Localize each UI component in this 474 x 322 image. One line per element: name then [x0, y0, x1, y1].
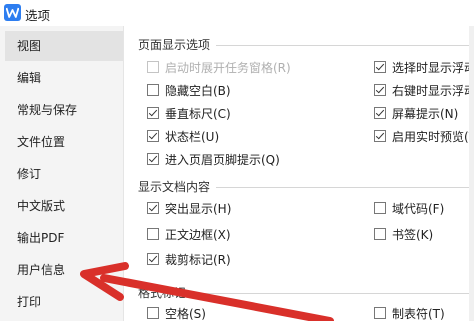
doc-content-group-title: 显示文档内容: [138, 180, 211, 194]
option-label: 右键时显示浮动: [392, 84, 474, 98]
options-sidebar: 视图 编辑 常规与保存 文件位置 修订 中文版式 输出PDF 用户信息 打印: [0, 26, 123, 321]
option-label: 书签(K): [392, 228, 434, 242]
window-title: 选项: [25, 8, 51, 23]
option-label: 启动时展开任务窗格(R): [165, 61, 291, 75]
checkbox[interactable]: [147, 61, 159, 73]
sidebar-item-view[interactable]: 视图: [5, 31, 123, 61]
checkbox[interactable]: [147, 307, 159, 319]
option-label: 选择时显示浮动: [392, 61, 474, 75]
option-label: 进入页眉页脚提示(Q): [165, 153, 280, 167]
sidebar-item-user-info[interactable]: 用户信息: [5, 255, 123, 285]
title-bar: 选项: [0, 0, 474, 26]
checkbox[interactable]: [147, 84, 159, 96]
sidebar-item-print[interactable]: 打印: [5, 287, 123, 317]
sidebar-item-file-locations[interactable]: 文件位置: [5, 127, 123, 157]
option-label: 空格(S): [165, 307, 206, 321]
checkbox[interactable]: [374, 84, 386, 96]
checkbox[interactable]: [147, 253, 159, 265]
checkbox[interactable]: [147, 153, 159, 165]
checkbox[interactable]: [147, 228, 159, 240]
scrollbar[interactable]: [469, 26, 474, 321]
option-label: 域代码(F): [392, 202, 445, 216]
checkbox[interactable]: [374, 228, 386, 240]
option-label: 裁剪标记(R): [165, 253, 231, 267]
sidebar-item-revisions[interactable]: 修订: [5, 159, 123, 189]
option-label: 垂直标尺(C): [165, 107, 231, 121]
checkbox[interactable]: [374, 130, 386, 142]
option-label: 隐藏空白(B): [165, 84, 231, 98]
sidebar-item-edit[interactable]: 编辑: [5, 63, 123, 93]
checkbox[interactable]: [374, 107, 386, 119]
sidebar-item-output-pdf[interactable]: 输出PDF: [5, 223, 123, 253]
sidebar-item-chinese-layout[interactable]: 中文版式: [5, 191, 123, 221]
wps-writer-icon: [4, 4, 21, 21]
format-marks-group-title: 格式标记: [138, 286, 187, 300]
checkbox[interactable]: [374, 61, 386, 73]
checkbox[interactable]: [147, 130, 159, 142]
checkbox[interactable]: [147, 107, 159, 119]
checkbox[interactable]: [374, 307, 386, 319]
sidebar-item-general-save[interactable]: 常规与保存: [5, 95, 123, 125]
group-divider: [216, 187, 469, 188]
sidebar-divider: [123, 26, 124, 321]
group-divider: [216, 45, 469, 46]
option-label: 启用实时预览(V: [392, 130, 474, 144]
checkbox[interactable]: [374, 202, 386, 214]
page-display-group-title: 页面显示选项: [138, 38, 211, 52]
option-label: 状态栏(U): [165, 130, 220, 144]
option-label: 屏幕提示(N): [392, 107, 459, 121]
checkbox[interactable]: [147, 202, 159, 214]
group-divider: [194, 293, 469, 294]
option-label: 正文边框(X): [165, 228, 231, 242]
option-label: 制表符(T): [392, 307, 445, 321]
option-label: 突出显示(H): [165, 202, 232, 216]
